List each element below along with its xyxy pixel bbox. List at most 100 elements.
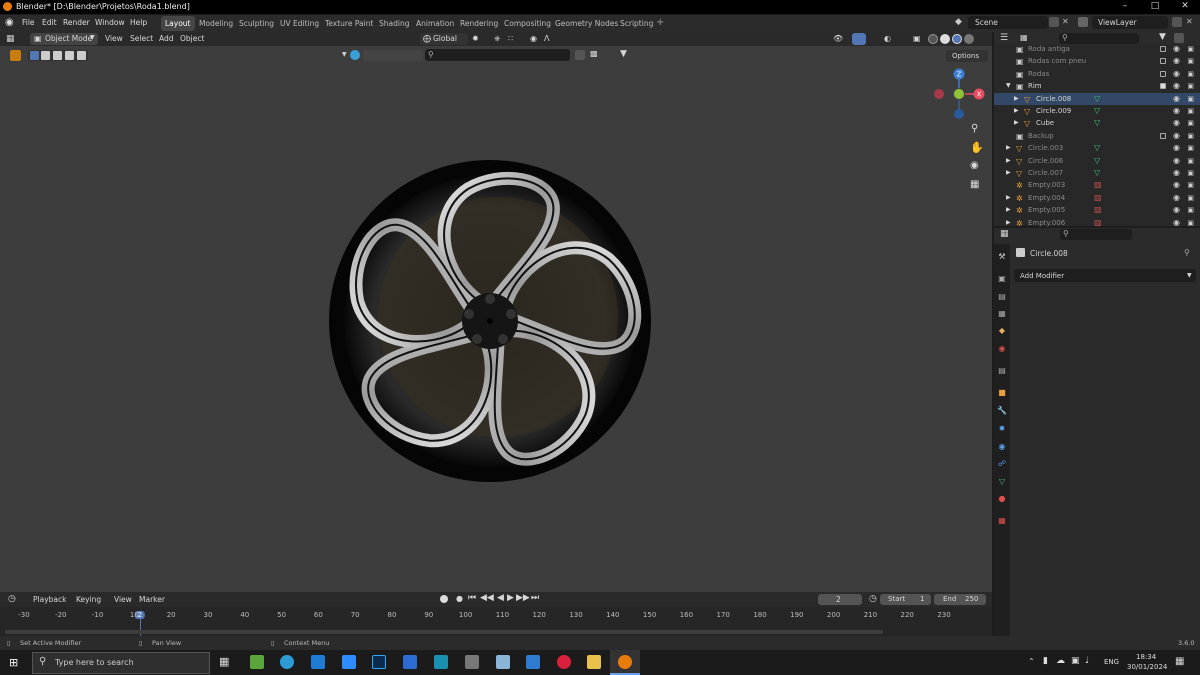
collapse-arrow-icon[interactable]: ▶ (1014, 105, 1019, 117)
tab-geometry-nodes[interactable]: Geometry Nodes (551, 16, 622, 31)
minecraft-app-icon[interactable] (250, 655, 264, 669)
particles-tab-icon[interactable]: ✹ (997, 424, 1007, 434)
blender-menu-icon[interactable]: ◉ (5, 17, 14, 28)
tab-rendering[interactable]: Rendering (456, 16, 502, 31)
prev-key-icon[interactable]: ◀◀ (480, 593, 494, 603)
jump-end-icon[interactable]: ⏭ (531, 593, 539, 603)
constraint-icon[interactable]: ▨ (1094, 179, 1102, 191)
outliner-row[interactable]: ✲ Empty.003 ▨ ◉ ▣ (994, 179, 1200, 191)
clock-icon[interactable]: ◷ (869, 594, 877, 604)
exclude-checkbox[interactable] (1160, 58, 1166, 65)
editor-type-icon[interactable]: ▦ (6, 34, 15, 44)
visibility-eye-icon[interactable]: ◉ (1173, 43, 1180, 55)
exclude-checkbox[interactable] (1160, 70, 1166, 77)
modifier-tab-icon[interactable]: 🔧 (997, 406, 1007, 416)
scene-tab-icon[interactable]: ◆ (997, 326, 1007, 336)
menu-add[interactable]: Add (159, 34, 174, 43)
file-explorer-icon[interactable] (587, 655, 601, 669)
world-tab-icon[interactable]: ◉ (997, 344, 1007, 354)
exclude-checkbox[interactable] (1160, 83, 1166, 90)
constraints-tab-icon[interactable]: ☍ (997, 459, 1007, 469)
volume-icon[interactable]: ♩ (1085, 656, 1089, 666)
visibility-icon[interactable]: 👁 (833, 34, 843, 43)
search-input[interactable] (425, 49, 570, 61)
render-camera-icon[interactable]: ▣ (1187, 130, 1194, 142)
mesh-data-icon[interactable]: ▽ (1094, 93, 1100, 105)
collapse-arrow-icon[interactable]: ▶ (1006, 192, 1011, 204)
render-camera-icon[interactable]: ▣ (1187, 217, 1194, 229)
play-icon[interactable]: ▶ (507, 593, 514, 603)
mesh-data-icon[interactable]: ▽ (1094, 142, 1100, 154)
visibility-eye-icon[interactable]: ◉ (1173, 105, 1180, 117)
new-viewlayer-button[interactable] (1172, 17, 1182, 27)
visibility-eye-icon[interactable]: ◉ (1173, 192, 1180, 204)
render-camera-icon[interactable]: ▣ (1187, 68, 1194, 80)
exclude-checkbox[interactable] (1160, 46, 1166, 52)
render-camera-icon[interactable]: ▣ (1187, 204, 1194, 216)
tab-texture-paint[interactable]: Texture Paint (321, 16, 377, 31)
material-tab-icon[interactable]: ● (997, 494, 1007, 504)
snap-target-icon[interactable]: ∷ (508, 34, 513, 43)
visibility-eye-icon[interactable]: ◉ (1173, 142, 1180, 154)
outliner-row[interactable]: ▣ Rodas ◉ ▣ (994, 68, 1200, 80)
material-shading-icon[interactable] (952, 34, 962, 44)
close-button[interactable]: ✕ (1170, 0, 1200, 14)
mesh-data-icon[interactable]: ▽ (1094, 105, 1100, 117)
tab-animation[interactable]: Animation (412, 16, 458, 31)
output-tab-icon[interactable]: ▤ (997, 292, 1007, 302)
menu-object[interactable]: Object (180, 34, 204, 43)
clock-date[interactable]: 30/01/2024 (1127, 663, 1167, 671)
outliner-row[interactable]: ▣ Rodas com pneu ◉ ▣ (994, 55, 1200, 67)
3d-viewport[interactable]: ▼ ⚲ ▩ ▼ Options Z X ⚲ ✋ ◉ ▦ (0, 46, 992, 592)
visibility-eye-icon[interactable]: ◉ (1173, 117, 1180, 129)
cloud-icon[interactable]: ☁ (1056, 656, 1065, 666)
taskbar-search-input[interactable]: ⚲ Type here to search (32, 652, 210, 674)
outliner-row[interactable]: ▼ ▣ Rim ◉ ▣ (994, 80, 1200, 92)
properties-editor-icon[interactable]: ▦ (1000, 229, 1009, 239)
physics-tab-icon[interactable]: ◉ (997, 442, 1007, 452)
chevron-down-icon[interactable]: ▼ (342, 51, 347, 58)
menu-view[interactable]: View (114, 595, 132, 604)
timeline-editor-icon[interactable]: ◷ (8, 594, 16, 604)
mesh-data-icon[interactable]: ▽ (1094, 117, 1100, 129)
menu-file[interactable]: File (22, 18, 35, 27)
tab-scripting[interactable]: Scripting (616, 16, 657, 31)
properties-search-input[interactable] (1060, 229, 1132, 240)
render-camera-icon[interactable]: ▣ (1187, 43, 1194, 55)
select-extend-icon[interactable] (41, 51, 50, 60)
zoom-app-icon[interactable] (342, 655, 356, 669)
tab-uv-editing[interactable]: UV Editing (276, 16, 323, 31)
render-camera-icon[interactable]: ▣ (1187, 80, 1194, 92)
outliner-row[interactable]: ▶ ▽ Circle.007 ▽ ◉ ▣ (994, 167, 1200, 179)
collapse-arrow-icon[interactable]: ▶ (1014, 117, 1019, 129)
camera-view-icon[interactable]: ◉ (970, 160, 979, 171)
render-camera-icon[interactable]: ▣ (1187, 142, 1194, 154)
menu-help[interactable]: Help (130, 18, 147, 27)
render-camera-icon[interactable]: ▣ (1187, 167, 1194, 179)
visibility-eye-icon[interactable]: ◉ (1173, 55, 1180, 67)
filter-toggles[interactable] (363, 50, 423, 61)
outliner-editor-icon[interactable]: ☰ (1000, 33, 1008, 43)
select-intersect-icon[interactable] (77, 51, 86, 60)
pan-hand-icon[interactable]: ✋ (970, 141, 984, 154)
pin-icon[interactable]: ⚲ (1184, 248, 1190, 257)
tab-shading[interactable]: Shading (375, 16, 413, 31)
menu-render[interactable]: Render (63, 18, 90, 27)
collection-tab-icon[interactable]: ▤ (997, 366, 1007, 376)
outliner-row[interactable]: ▶ ▽ Cube ▽ ◉ ▣ (994, 117, 1200, 129)
render-tab-icon[interactable]: ▣ (997, 274, 1007, 284)
mail-app-icon[interactable] (311, 655, 325, 669)
gizmo-toggle-button[interactable] (852, 33, 866, 45)
navigation-gizmo[interactable]: Z X (930, 66, 988, 144)
constraint-icon[interactable]: ▨ (1094, 192, 1102, 204)
play-reverse-icon[interactable]: ◀ (497, 593, 504, 603)
menu-keying[interactable]: Keying (76, 595, 101, 604)
solid-shading-icon[interactable] (940, 34, 950, 44)
visibility-eye-icon[interactable]: ◉ (1173, 80, 1180, 92)
object-tab-icon[interactable]: ■ (997, 388, 1007, 398)
falloff-icon[interactable]: Λ (544, 34, 549, 43)
menu-marker[interactable]: Marker (139, 595, 165, 604)
collapse-arrow-icon[interactable]: ▶ (1006, 155, 1011, 167)
active-tool-icon[interactable] (10, 50, 21, 61)
outliner-row[interactable]: ▶ ▽ Circle.009 ▽ ◉ ▣ (994, 105, 1200, 117)
